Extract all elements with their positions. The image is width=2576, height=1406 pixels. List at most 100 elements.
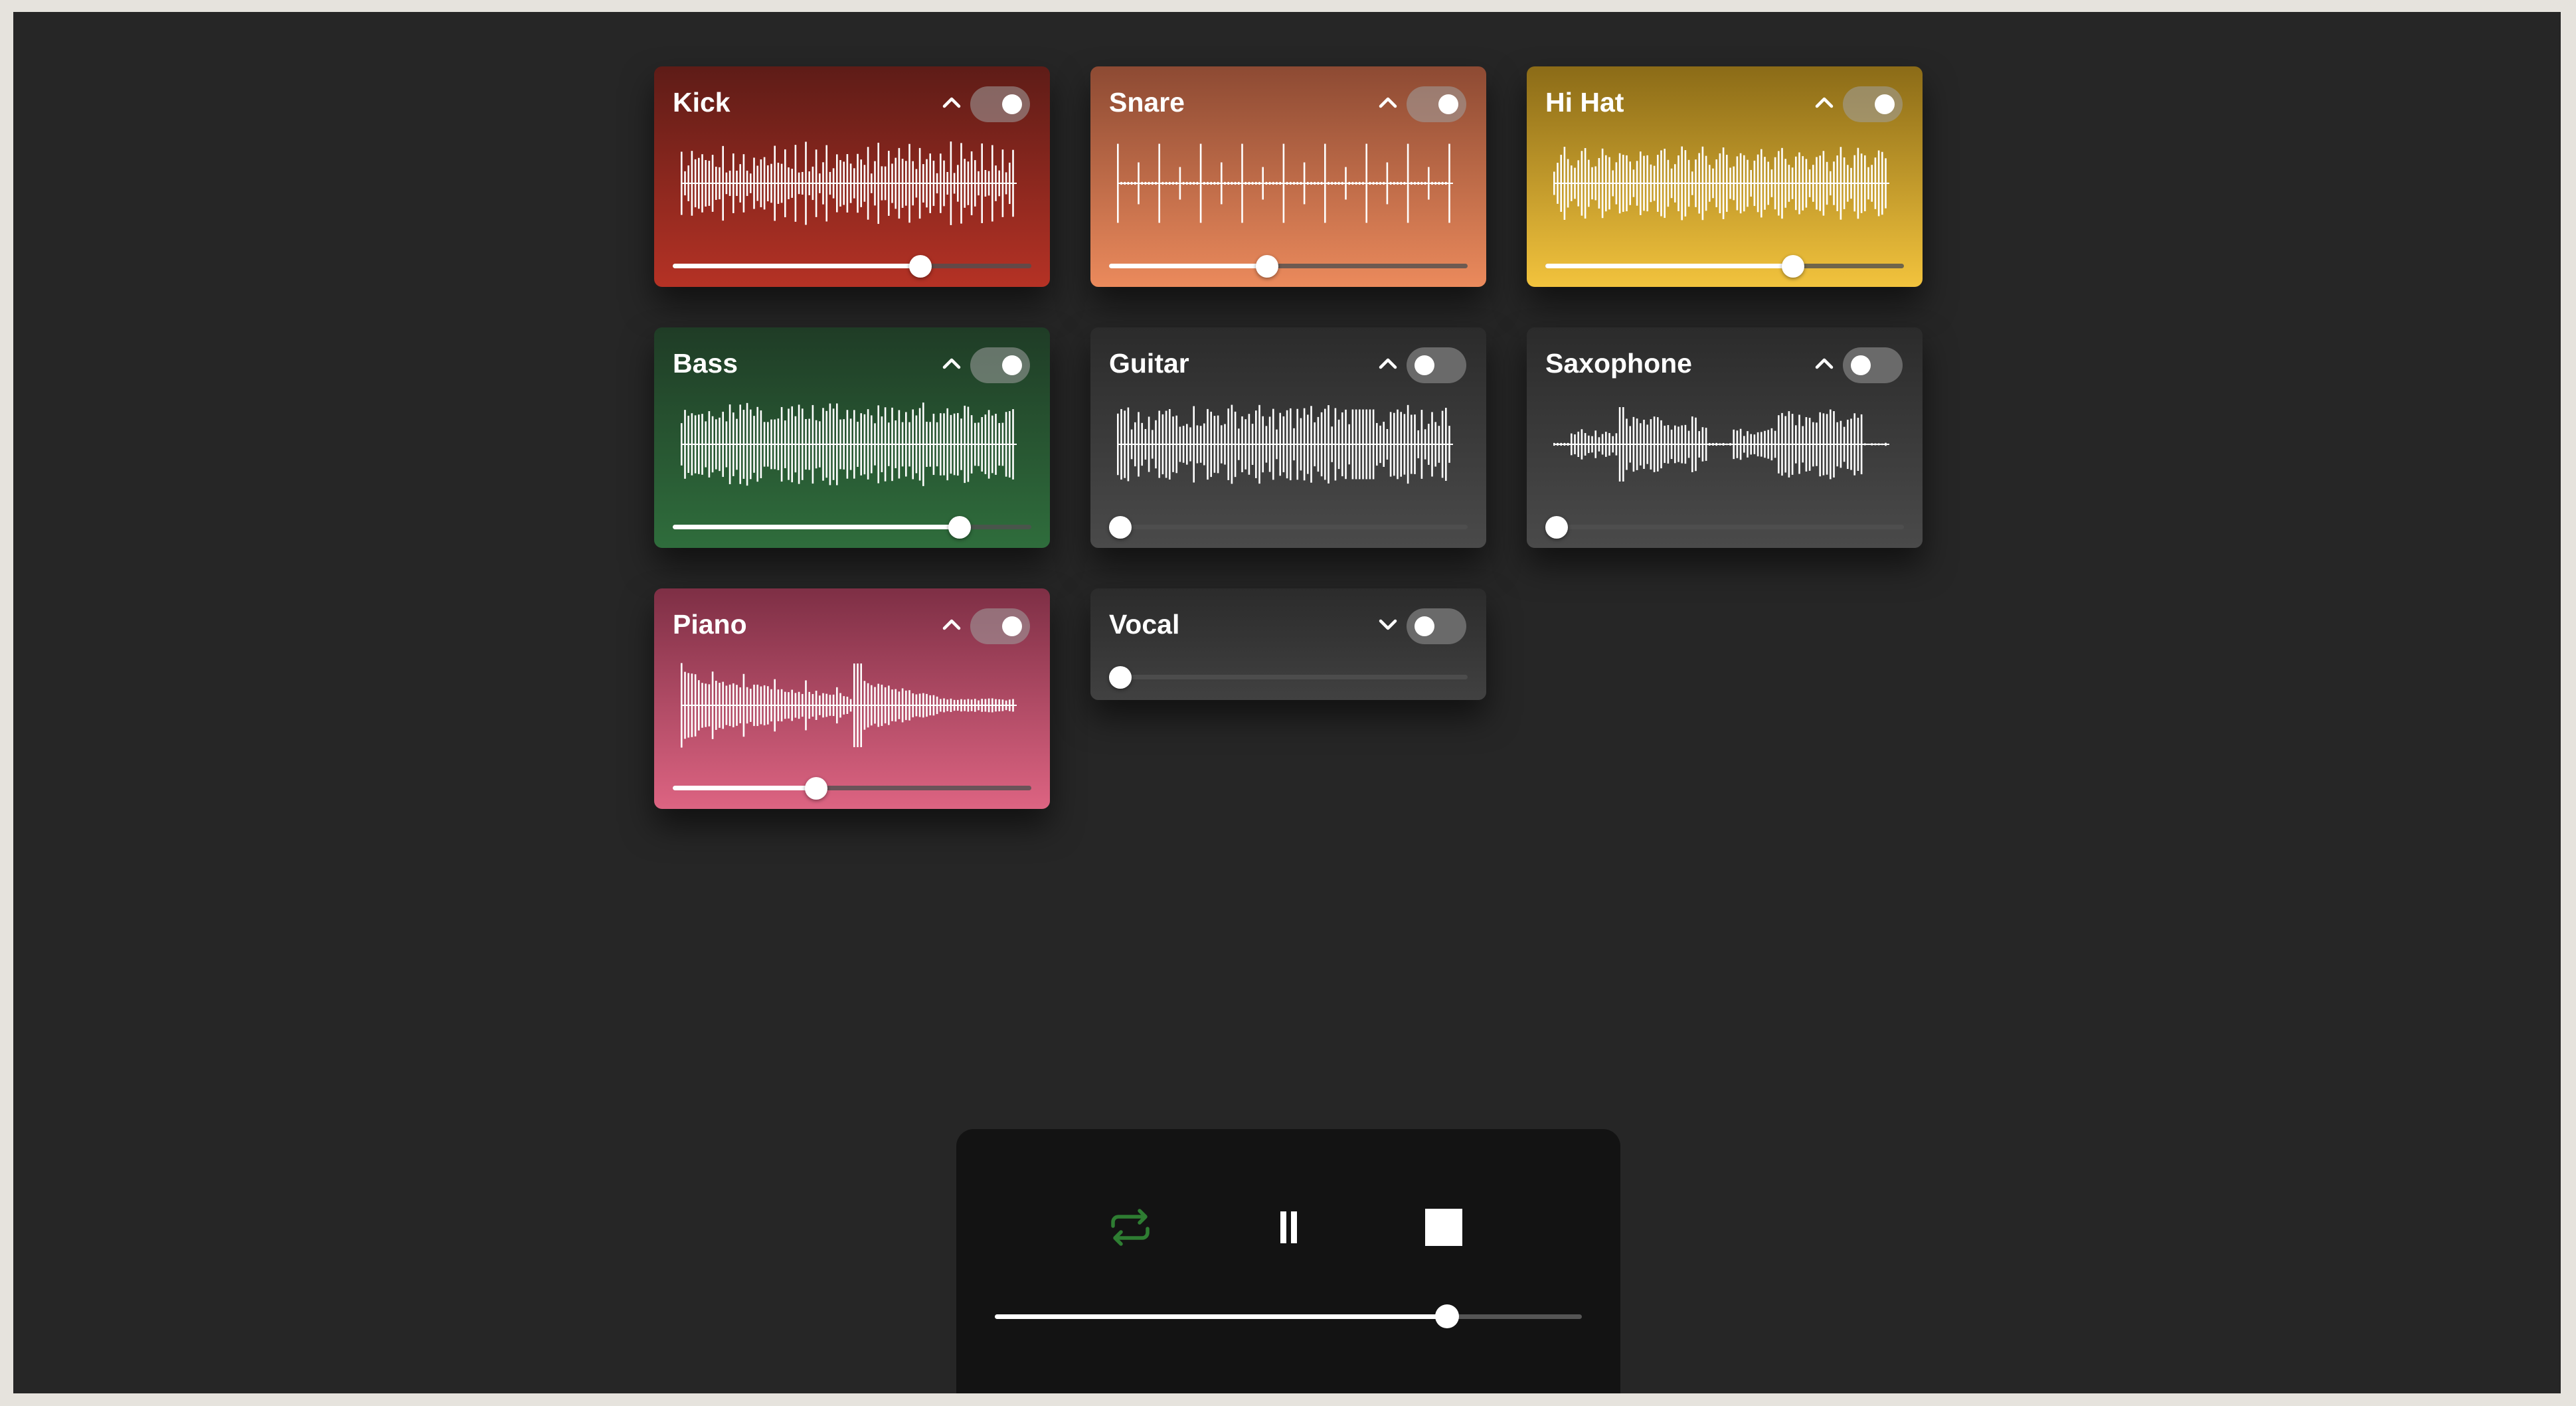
collapse-chevron-up-icon[interactable] xyxy=(1377,354,1399,373)
collapse-chevron-up-icon[interactable] xyxy=(1814,354,1835,373)
track-volume-slider[interactable] xyxy=(673,255,1031,278)
track-volume-slider[interactable] xyxy=(673,777,1031,800)
waveform-bar xyxy=(1812,422,1814,467)
slider-thumb[interactable] xyxy=(1545,516,1568,539)
waveform-bar xyxy=(1867,167,1869,200)
loop-button[interactable] xyxy=(1104,1201,1157,1254)
waveform-bar xyxy=(912,693,914,718)
track-enable-toggle[interactable] xyxy=(1407,608,1466,644)
waveform-bar xyxy=(1445,407,1447,482)
waveform-bar xyxy=(1286,410,1288,479)
waveform-bar xyxy=(1747,431,1749,458)
waveform-bar xyxy=(1424,181,1426,185)
waveform-bar xyxy=(788,692,790,719)
waveform-bar xyxy=(1251,424,1254,465)
waveform-bar xyxy=(1563,442,1566,446)
waveform-bar xyxy=(1227,181,1229,185)
collapse-chevron-up-icon[interactable] xyxy=(941,93,962,112)
waveform-bar xyxy=(1414,181,1416,185)
waveform-bar xyxy=(1826,161,1828,205)
waveform-bar xyxy=(1626,418,1628,470)
waveform-bar xyxy=(957,699,959,711)
waveform-bar xyxy=(1400,181,1402,185)
waveform-bar xyxy=(950,414,952,474)
collapse-chevron-up-icon[interactable] xyxy=(941,615,962,634)
waveform-bar xyxy=(1389,181,1392,185)
track-volume-slider[interactable] xyxy=(1109,255,1468,278)
waveform-bar xyxy=(1296,408,1298,480)
waveform-bar xyxy=(1778,151,1780,216)
collapse-chevron-up-icon[interactable] xyxy=(1814,93,1835,112)
waveform-bar xyxy=(681,151,683,215)
waveform-bar xyxy=(984,414,987,474)
waveform-bar xyxy=(1431,412,1433,477)
track-enable-toggle[interactable] xyxy=(970,608,1030,644)
track-enable-toggle[interactable] xyxy=(1843,347,1903,383)
track-enable-toggle[interactable] xyxy=(1407,86,1466,122)
waveform-bar xyxy=(1221,425,1223,464)
waveform-bar xyxy=(1591,167,1593,200)
waveform-bar xyxy=(1365,409,1367,480)
waveform-bar xyxy=(1653,416,1656,472)
waveform-bar xyxy=(819,421,821,468)
waveform xyxy=(1117,398,1460,491)
waveform-bar xyxy=(1629,161,1631,205)
slider-thumb[interactable] xyxy=(948,516,971,539)
waveform xyxy=(1117,137,1460,230)
collapse-chevron-up-icon[interactable] xyxy=(1377,93,1399,112)
track-enable-toggle[interactable] xyxy=(970,347,1030,383)
waveform-bar xyxy=(1646,155,1648,212)
pause-button[interactable] xyxy=(1262,1201,1315,1254)
waveform-bar xyxy=(1120,408,1122,480)
track-card-saxophone: Saxophone xyxy=(1527,327,1923,548)
waveform-bar xyxy=(711,416,714,473)
track-enable-toggle[interactable] xyxy=(970,86,1030,122)
waveform-bar xyxy=(1265,426,1268,463)
waveform-bar xyxy=(970,415,973,474)
waveform-bar xyxy=(874,423,876,466)
stop-button[interactable] xyxy=(1417,1201,1470,1254)
track-volume-slider[interactable] xyxy=(1545,255,1904,278)
waveform-bar xyxy=(1169,181,1171,185)
waveform-bar xyxy=(1272,181,1274,185)
waveform-bar xyxy=(1117,413,1119,476)
waveform-bar xyxy=(1379,181,1381,185)
track-enable-toggle[interactable] xyxy=(1407,347,1466,383)
track-volume-slider[interactable] xyxy=(1109,666,1468,689)
slider-thumb[interactable] xyxy=(1109,516,1132,539)
waveform-bar xyxy=(1328,181,1330,185)
waveform-bar xyxy=(1577,431,1579,458)
waveform-bar xyxy=(1345,409,1347,480)
waveform-bar xyxy=(1155,420,1157,469)
waveform-bar xyxy=(1681,146,1683,220)
collapse-chevron-up-icon[interactable] xyxy=(941,354,962,373)
waveform-bar xyxy=(1722,147,1725,220)
slider-thumb[interactable] xyxy=(1781,255,1804,278)
track-enable-toggle[interactable] xyxy=(1843,86,1903,122)
waveform-bar xyxy=(780,689,783,722)
waveform-bar xyxy=(1805,159,1808,208)
waveform-bar xyxy=(708,161,711,206)
waveform-bar xyxy=(846,154,849,213)
slider-thumb[interactable] xyxy=(1255,255,1278,278)
waveform-bar xyxy=(1130,429,1133,460)
slider-thumb[interactable] xyxy=(805,777,827,800)
waveform-bar xyxy=(1733,166,1735,201)
slider-thumb[interactable] xyxy=(908,255,932,278)
waveform-bar xyxy=(1747,159,1749,207)
track-volume-slider[interactable] xyxy=(1545,516,1904,539)
waveform-bar xyxy=(932,160,935,207)
track-volume-slider[interactable] xyxy=(673,516,1031,539)
waveform-bar xyxy=(1383,422,1385,467)
waveform-bar xyxy=(1328,405,1330,483)
expand-chevron-down-icon[interactable] xyxy=(1377,615,1399,634)
track-name: Snare xyxy=(1109,87,1185,118)
slider-thumb[interactable] xyxy=(1109,666,1132,689)
waveform-bar xyxy=(881,416,883,472)
waveform-bar xyxy=(681,663,683,748)
waveform-bar xyxy=(1186,181,1188,185)
waveform-bar xyxy=(715,167,717,200)
track-volume-slider[interactable] xyxy=(1109,516,1468,539)
progress-thumb[interactable] xyxy=(1434,1304,1459,1328)
playback-progress-slider[interactable] xyxy=(995,1304,1582,1328)
